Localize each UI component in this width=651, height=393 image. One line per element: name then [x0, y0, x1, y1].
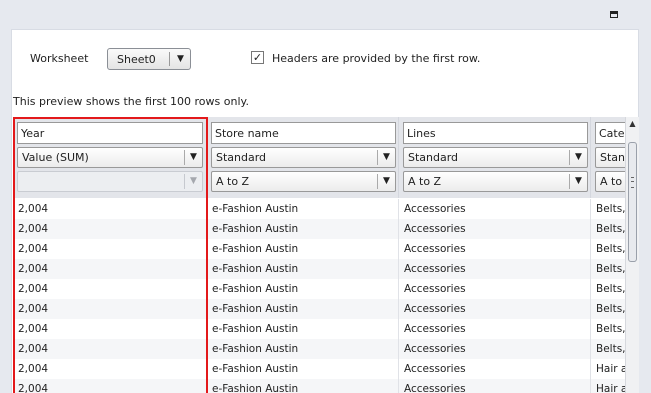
sort-dropdown[interactable]: A to Z ▼ — [403, 171, 588, 192]
table-cell: e-Fashion Austin — [207, 239, 399, 259]
chevron-down-icon: ▼ — [177, 54, 184, 64]
table-cell: Belts, — [591, 219, 625, 239]
table-cell: e-Fashion Austin — [207, 319, 399, 339]
table-cell: Belts, — [591, 259, 625, 279]
table-cell: e-Fashion Austin — [207, 259, 399, 279]
scrollbar-thumb[interactable] — [628, 142, 637, 262]
headers-checkbox-label[interactable]: Headers are provided by the first row. — [272, 52, 480, 65]
table-cell: Accessories — [399, 199, 591, 219]
table-cell: Accessories — [399, 219, 591, 239]
worksheet-select[interactable]: Sheet0 ▼ — [107, 48, 191, 70]
table-cell: Belts, — [591, 279, 625, 299]
table-cell: Accessories — [399, 259, 591, 279]
table-cell: e-Fashion Austin — [207, 279, 399, 299]
table-cell: 2,004 — [13, 319, 207, 339]
sort-dropdown: ▼ — [17, 171, 203, 192]
aggregation-value: Stan — [600, 151, 625, 164]
table-cell: Hair a — [591, 359, 625, 379]
table-cell: 2,004 — [13, 339, 207, 359]
column-name-input[interactable]: Lines — [403, 122, 588, 144]
table-cell: 2,004 — [13, 219, 207, 239]
aggregation-dropdown[interactable]: Value (SUM) ▼ — [17, 147, 203, 168]
worksheet-select-value: Sheet0 — [117, 53, 156, 66]
table-cell: e-Fashion Austin — [207, 359, 399, 379]
table-cell: Belts, — [591, 339, 625, 359]
table-cell: Belts, — [591, 199, 625, 219]
vertical-scrollbar[interactable]: ▲ — [625, 117, 639, 393]
column-name-input[interactable]: Store name — [211, 122, 396, 144]
chevron-down-icon: ▼ — [575, 152, 582, 162]
table-cell: 2,004 — [13, 379, 207, 393]
table-cell: Belts, — [591, 239, 625, 259]
table-cell: 2,004 — [13, 299, 207, 319]
table-cell: 2,004 — [13, 359, 207, 379]
aggregation-dropdown[interactable]: Standard ▼ — [403, 147, 588, 168]
chevron-down-icon: ▼ — [190, 176, 197, 186]
table-cell: Belts, — [591, 319, 625, 339]
column-name-input[interactable]: Cate — [595, 122, 625, 144]
sort-dropdown[interactable]: A to Z ▼ — [211, 171, 396, 192]
chevron-down-icon: ▼ — [383, 152, 390, 162]
aggregation-value: Standard — [408, 151, 459, 164]
chevron-down-icon: ▼ — [190, 152, 197, 162]
restore-window-icon[interactable] — [607, 9, 621, 21]
sort-value: A to Z — [408, 175, 442, 188]
column-rows: e-Fashion Austin e-Fashion Austin e-Fash… — [207, 199, 399, 393]
table-cell: 2,004 — [13, 239, 207, 259]
aggregation-value: Standard — [216, 151, 267, 164]
grid-column-store-name: Store name Standard ▼ A to Z ▼ e-Fashion… — [207, 117, 399, 393]
table-cell: Accessories — [399, 319, 591, 339]
grid-column-year: Year Value (SUM) ▼ ▼ 2,004 2,004 2,004 2… — [13, 117, 207, 393]
grid-column-category: Cate Stan A to Belts, Belts, Belts, Belt… — [591, 117, 625, 393]
column-rows: 2,004 2,004 2,004 2,004 2,004 2,004 2,00… — [13, 199, 207, 393]
table-cell: Accessories — [399, 359, 591, 379]
table-cell: Belts, — [591, 299, 625, 319]
table-cell: Accessories — [399, 379, 591, 393]
table-cell: Accessories — [399, 239, 591, 259]
table-cell: 2,004 — [13, 279, 207, 299]
chevron-down-icon: ▼ — [383, 176, 390, 186]
column-header: Cate Stan A to — [591, 117, 625, 198]
sort-dropdown[interactable]: A to — [595, 171, 625, 192]
table-cell: e-Fashion Austin — [207, 219, 399, 239]
grid-column-lines: Lines Standard ▼ A to Z ▼ Accessories Ac… — [399, 117, 591, 393]
sort-value: A to Z — [216, 175, 250, 188]
preview-grid: Year Value (SUM) ▼ ▼ 2,004 2,004 2,004 2… — [13, 117, 625, 393]
table-cell: Accessories — [399, 339, 591, 359]
table-cell: e-Fashion Austin — [207, 199, 399, 219]
column-name-input[interactable]: Year — [17, 122, 203, 144]
sort-value: A to — [600, 175, 623, 188]
table-cell: e-Fashion Austin — [207, 379, 399, 393]
chevron-down-icon: ▼ — [575, 176, 582, 186]
column-rows: Accessories Accessories Accessories Acce… — [399, 199, 591, 393]
headers-checkbox[interactable]: ✓ — [251, 51, 264, 64]
aggregation-dropdown[interactable]: Stan — [595, 147, 625, 168]
table-cell: 2,004 — [13, 259, 207, 279]
scroll-up-icon[interactable]: ▲ — [627, 118, 638, 130]
table-cell: e-Fashion Austin — [207, 299, 399, 319]
preview-note: This preview shows the first 100 rows on… — [13, 95, 249, 108]
worksheet-label: Worksheet — [30, 52, 89, 65]
column-header: Store name Standard ▼ A to Z ▼ — [207, 117, 399, 198]
table-cell: Hair a — [591, 379, 625, 393]
aggregation-dropdown[interactable]: Standard ▼ — [211, 147, 396, 168]
column-rows: Belts, Belts, Belts, Belts, Belts, Belts… — [591, 199, 625, 393]
column-header: Year Value (SUM) ▼ ▼ — [13, 117, 207, 198]
table-cell: Accessories — [399, 299, 591, 319]
table-cell: e-Fashion Austin — [207, 339, 399, 359]
table-cell: Accessories — [399, 279, 591, 299]
column-header: Lines Standard ▼ A to Z ▼ — [399, 117, 591, 198]
table-cell: 2,004 — [13, 199, 207, 219]
aggregation-value: Value (SUM) — [22, 151, 89, 164]
